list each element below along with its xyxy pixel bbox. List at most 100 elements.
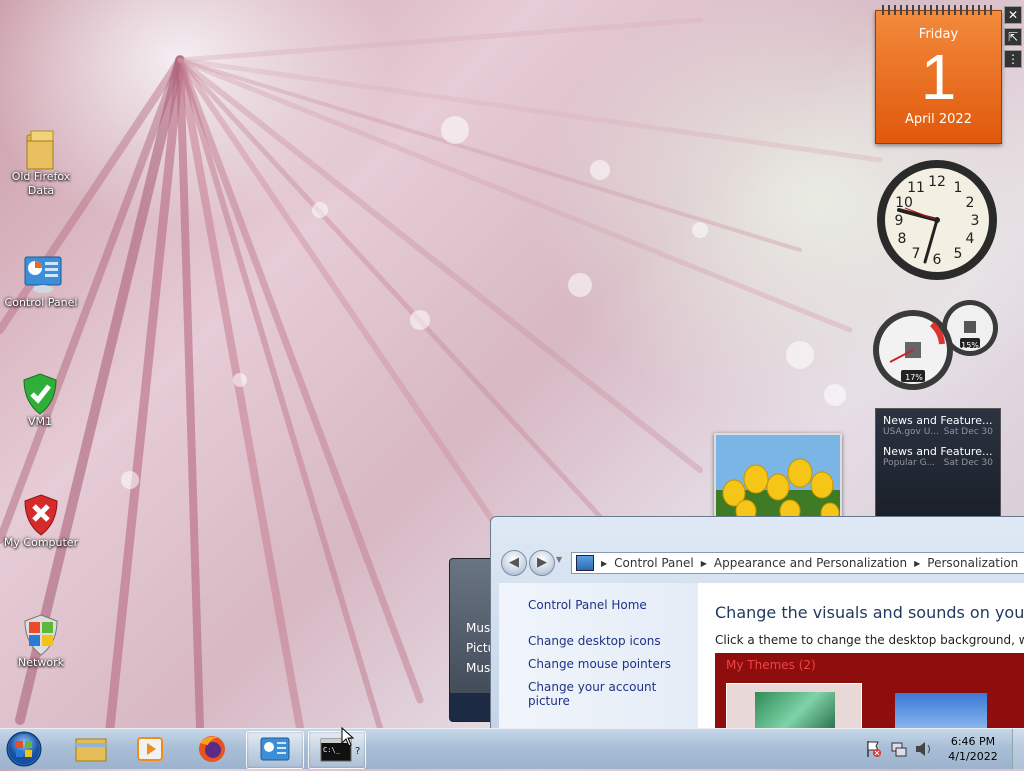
desktop-icon-my-computer[interactable]: My Computer [1, 493, 81, 550]
svg-text:7: 7 [912, 246, 921, 262]
windows-shield-icon [21, 613, 61, 656]
feed-item-date: Sat Dec 30 [943, 427, 993, 437]
folder-icon [21, 127, 61, 170]
svg-text:4: 4 [966, 231, 975, 247]
svg-text:8: 8 [898, 231, 907, 247]
page-subtitle: Click a theme to change the desktop back… [715, 633, 1024, 647]
mouse-cursor-icon [341, 727, 355, 747]
firefox-icon [199, 736, 225, 762]
green-shield-icon [20, 372, 60, 415]
breadcrumb-arrow-icon: ▶ [914, 558, 921, 568]
feed-item[interactable]: News and Feature... USA.gov U... Sat Dec … [876, 409, 1000, 440]
feed-headlines-gadget[interactable]: News and Feature... USA.gov U... Sat Dec … [875, 408, 1001, 520]
taskbar-media-player-button[interactable] [122, 731, 178, 767]
drag-handle-icon[interactable]: ⋮ [1004, 50, 1022, 68]
windows-logo-icon [6, 731, 42, 767]
taskbar-control-panel-button[interactable] [246, 731, 304, 769]
calendar-rings [882, 5, 995, 15]
control-panel-home-link[interactable]: Control Panel Home [528, 598, 647, 612]
cpu-meter-dials [873, 300, 998, 390]
action-center-flag-icon [867, 741, 881, 757]
clock-gadget[interactable]: 12 12 345 678 91011 [875, 158, 999, 282]
taskbar: C:\_? 6:46 PM 4/1/2022 [0, 728, 1024, 769]
desktop-icon-network[interactable]: Network [1, 613, 81, 670]
folder-icon [75, 738, 107, 762]
svg-text:1: 1 [954, 180, 963, 196]
calendar-day-name: Friday [918, 27, 959, 42]
volume-icon [916, 742, 930, 756]
desktop-icon-label: My Computer [3, 536, 79, 549]
desktop-icon-old-firefox-data[interactable]: Old Firefox Data [1, 127, 81, 198]
breadcrumb-control-panel[interactable]: Control Panel [614, 556, 694, 570]
calendar-day-number: 1 [920, 41, 957, 113]
slideshow-gadget[interactable] [714, 433, 842, 527]
resize-icon[interactable]: ⇱ [1004, 28, 1022, 46]
feed-item-title: News and Feature... [883, 414, 993, 427]
breadcrumb-personalization[interactable]: Personalization [927, 556, 1018, 570]
breadcrumb-arrow-icon: ▶ [601, 558, 608, 568]
red-shield-icon [21, 493, 61, 536]
change-mouse-pointers-link[interactable]: Change mouse pointers [528, 657, 671, 671]
command-prompt-icon: C:\_? [320, 738, 360, 762]
calendar-gadget[interactable]: Friday 1 April 2022 [875, 5, 1002, 144]
cpu-usage-value: 17% [905, 373, 923, 382]
control-panel-icon [260, 737, 290, 761]
breadcrumb-appearance[interactable]: Appearance and Personalization [714, 556, 907, 570]
taskbar-firefox-button[interactable] [184, 731, 240, 767]
feed-item-source: USA.gov U... [883, 427, 939, 437]
recent-pages-chevron-icon[interactable]: ▼ [556, 555, 562, 564]
memory-usage-value: 15% [961, 341, 979, 350]
my-themes-label[interactable]: My Themes (2) [726, 658, 816, 672]
tulips-photo [716, 435, 840, 525]
desktop-icon-label: Old Firefox Data [11, 170, 71, 197]
forward-button[interactable]: ▶ [529, 550, 555, 576]
content-pane: Change the visuals and sounds on your co… [698, 583, 1024, 737]
taskbar-explorer-button[interactable] [62, 731, 118, 767]
jump-list-item[interactable]: Mus [466, 621, 490, 635]
svg-text:12: 12 [928, 174, 946, 190]
network-icon [891, 742, 907, 757]
page-title: Change the visuals and sounds on your co… [715, 603, 1024, 622]
control-panel-icon [21, 253, 62, 293]
svg-text:11: 11 [907, 180, 925, 196]
svg-text:9: 9 [895, 213, 904, 229]
start-button[interactable] [4, 730, 44, 768]
address-bar[interactable]: ▶ Control Panel ▶ Appearance and Persona… [571, 552, 1024, 574]
desktop-icon-label: VM1 [27, 415, 52, 428]
gadget-toolbar: ✕ ⇱ ⋮ [1004, 6, 1022, 72]
breadcrumb-arrow-icon: ▶ [700, 558, 707, 568]
desktop-icon-vm1[interactable]: VM1 [0, 372, 80, 429]
personalization-window: ◀ ▶ ▼ ▶ Control Panel ▶ Appearance and P… [490, 516, 1024, 738]
feed-item-source: Popular G... [883, 458, 936, 468]
taskbar-clock[interactable]: 6:46 PM 4/1/2022 [940, 734, 1006, 764]
change-account-picture-link[interactable]: Change your account picture [528, 680, 698, 708]
svg-text:5: 5 [954, 246, 963, 262]
taskbar-command-prompt-button[interactable]: C:\_? [308, 731, 366, 769]
change-desktop-icons-link[interactable]: Change desktop icons [528, 634, 661, 648]
desktop-icon-label: Network [18, 656, 64, 669]
taskbar-date: 4/1/2022 [948, 750, 998, 763]
svg-text:?: ? [355, 746, 360, 757]
feed-item-date: Sat Dec 30 [943, 458, 993, 468]
system-tray [862, 738, 942, 760]
jump-list-item[interactable]: Mus [466, 661, 490, 675]
control-panel-icon [576, 555, 594, 571]
cpu-meter-gadget[interactable]: 17% 15% [870, 296, 1000, 392]
svg-text:2: 2 [966, 195, 975, 211]
desktop-icon-label: Control Panel [4, 296, 78, 309]
feed-item[interactable]: News and Feature... Popular G... Sat Dec … [876, 440, 1000, 471]
svg-text:6: 6 [933, 252, 942, 268]
feed-item-title: News and Feature... [883, 445, 993, 458]
close-icon[interactable]: ✕ [1004, 6, 1022, 24]
desktop-icon-control-panel[interactable]: Control Panel [1, 253, 81, 310]
themes-gallery: My Themes (2) [715, 653, 1024, 737]
media-player-icon [137, 737, 163, 761]
navigation-bar: ◀ ▶ ▼ ▶ Control Panel ▶ Appearance and P… [499, 549, 1024, 576]
back-button[interactable]: ◀ [501, 550, 527, 576]
calendar-month-year: April 2022 [905, 112, 972, 127]
show-desktop-button[interactable] [1012, 729, 1024, 769]
taskbar-time: 6:46 PM [950, 735, 996, 748]
svg-text:C:\_: C:\_ [323, 746, 341, 754]
svg-text:3: 3 [971, 213, 980, 229]
task-pane: Control Panel Home Change desktop icons … [499, 583, 698, 737]
